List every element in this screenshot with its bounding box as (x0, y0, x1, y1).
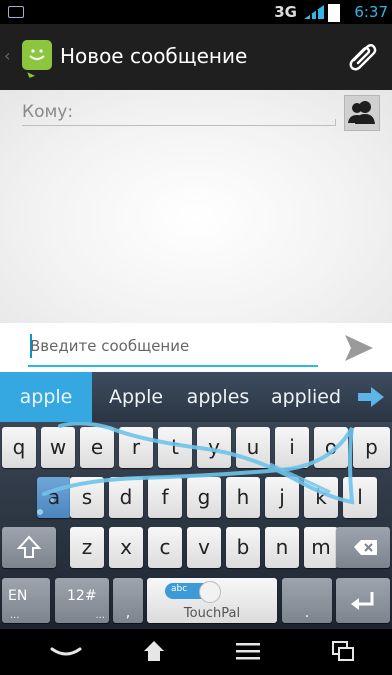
language-hint: ... (10, 610, 20, 621)
key-d[interactable]: d (109, 477, 143, 518)
key-y[interactable]: y (197, 427, 231, 468)
hide-keyboard-icon[interactable] (36, 629, 96, 675)
send-icon[interactable] (343, 333, 375, 363)
key-r[interactable]: r (119, 427, 153, 468)
key-s[interactable]: s (70, 477, 104, 518)
key-i[interactable]: i (275, 427, 309, 468)
key-m[interactable]: m (304, 527, 338, 568)
enter-icon (351, 592, 374, 610)
suggestion-item[interactable]: apple (0, 372, 92, 422)
space-key[interactable]: abc TouchPal (147, 578, 277, 623)
key-f[interactable]: f (148, 477, 182, 518)
language-key[interactable]: EN ... (2, 578, 50, 623)
keyboard-brand: TouchPal (183, 606, 241, 621)
key-k[interactable]: k (304, 477, 338, 518)
key-e[interactable]: e (80, 427, 114, 468)
period-key[interactable]: . (282, 578, 332, 623)
back-caret-icon[interactable]: ‹ (4, 46, 10, 65)
language-label: EN (8, 588, 28, 604)
page-title: Новое сообщение (60, 44, 248, 68)
contacts-button[interactable] (344, 95, 380, 131)
suggestion-item[interactable]: Apple (100, 372, 172, 422)
recipient-field-underline-tick (335, 119, 336, 126)
key-v[interactable]: v (187, 527, 221, 568)
message-input-underline (28, 365, 318, 367)
backspace-icon (354, 540, 377, 555)
messaging-app-icon[interactable] (22, 40, 52, 70)
abc-toggle-knob (199, 581, 221, 603)
suggestion-item[interactable]: apples (176, 372, 260, 422)
key-q[interactable]: q (2, 427, 36, 468)
recent-apps-icon[interactable] (312, 629, 372, 675)
key-o[interactable]: o (314, 427, 348, 468)
key-j[interactable]: j (265, 477, 299, 518)
symbols-hint: ... (95, 610, 105, 621)
menu-icon[interactable] (218, 629, 278, 675)
suggestion-item[interactable]: applied (266, 372, 346, 422)
symbols-key[interactable]: 12# ... (55, 578, 109, 623)
home-icon[interactable] (124, 629, 184, 675)
network-type: 3G (274, 3, 297, 21)
action-bar: ‹ Новое сообщение (0, 24, 392, 90)
contacts-icon (348, 101, 375, 124)
key-l[interactable]: l (343, 477, 377, 518)
recipient-field-underline (22, 125, 336, 126)
battery-icon (328, 4, 340, 22)
key-p[interactable]: p (353, 427, 390, 468)
delete-key[interactable] (336, 527, 390, 568)
key-w[interactable]: w (41, 427, 75, 468)
key-c[interactable]: c (148, 527, 182, 568)
key-t[interactable]: t (158, 427, 192, 468)
shift-arrow-icon (16, 535, 42, 558)
key-a[interactable]: a (37, 477, 71, 518)
message-input[interactable]: Введите сообщение (30, 337, 318, 359)
recipient-label[interactable]: Кому: (22, 102, 73, 122)
key-z[interactable]: z (70, 527, 104, 568)
shift-key[interactable] (2, 527, 56, 568)
comma-key[interactable]: , (113, 578, 143, 623)
key-h[interactable]: h (226, 477, 260, 518)
key-b[interactable]: b (226, 527, 260, 568)
enter-key[interactable] (336, 578, 390, 623)
paperclip-icon[interactable] (344, 38, 378, 72)
status-bar: 3G 6:37 (0, 0, 392, 24)
arrow-right-icon[interactable] (358, 387, 384, 407)
abc-toggle-label: abc (171, 584, 188, 594)
signal-icon (304, 5, 324, 19)
clock: 6:37 (354, 3, 388, 21)
key-n[interactable]: n (265, 527, 299, 568)
keyboard-notification-icon (8, 6, 24, 18)
key-u[interactable]: u (236, 427, 270, 468)
symbols-label: 12# (67, 588, 97, 604)
key-x[interactable]: x (109, 527, 143, 568)
key-g[interactable]: g (187, 477, 221, 518)
